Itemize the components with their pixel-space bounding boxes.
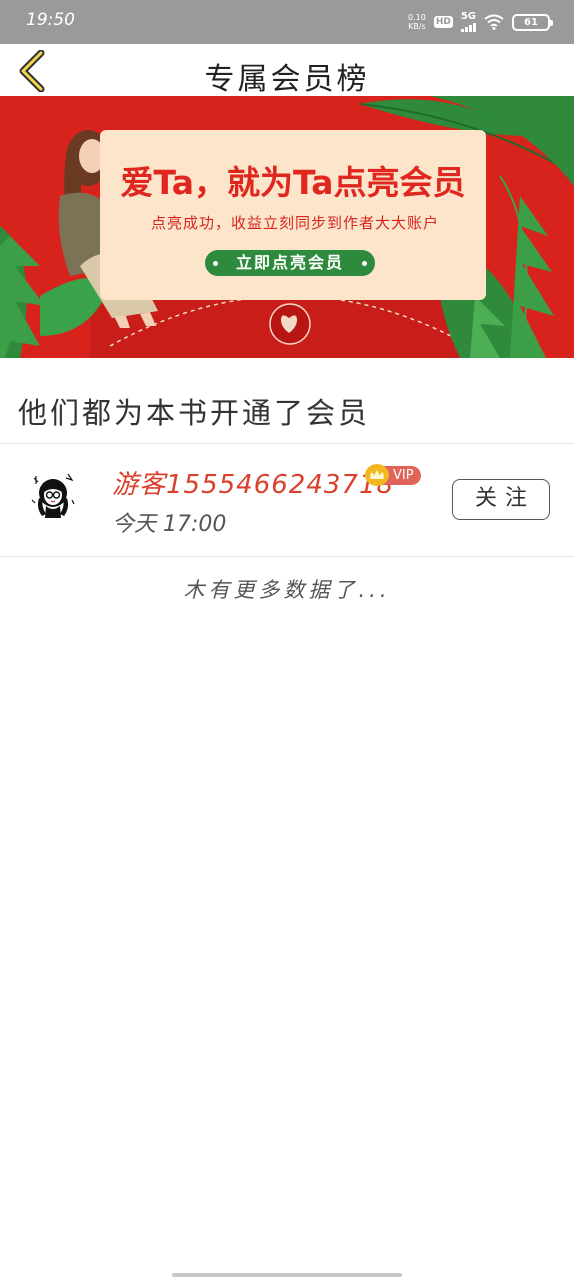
- crown-icon: [365, 464, 389, 486]
- member-name: 游客1555466243718: [112, 470, 395, 500]
- nav-bar: 专属会员榜: [0, 44, 574, 97]
- hd-icon: HD: [433, 16, 453, 28]
- vip-badge: VIP: [365, 464, 421, 486]
- status-icons: 0.10 KB/s HD 5G 61: [408, 10, 553, 34]
- cellular-signal-icon: 5G: [460, 11, 476, 32]
- banner-cta-button[interactable]: 立即点亮会员: [205, 250, 375, 276]
- wifi-icon: [484, 14, 504, 30]
- home-indicator[interactable]: [172, 1273, 402, 1277]
- banner-subtitle: 点亮成功，收益立刻同步到作者大大账户: [150, 214, 439, 232]
- no-more-data-text: 木有更多数据了...: [183, 578, 391, 602]
- status-time: 19:50: [26, 10, 75, 30]
- list-item[interactable]: 游客1555466243718 VIP 今天 17:00 关注: [0, 444, 574, 556]
- status-bar: 19:50 0.10 KB/s HD 5G 61: [0, 0, 574, 44]
- avatar[interactable]: [28, 470, 78, 520]
- battery-level: 61: [524, 16, 538, 28]
- network-speed: 0.10 KB/s: [408, 13, 426, 31]
- promo-banner[interactable]: 爱Ta，就为Ta点亮会员 点亮成功，收益立刻同步到作者大大账户 立即点亮会员: [0, 96, 574, 358]
- network-speed-unit: KB/s: [408, 22, 426, 31]
- divider: [0, 556, 574, 557]
- member-time: 今天 17:00: [112, 512, 227, 537]
- follow-button[interactable]: 关注: [452, 479, 550, 520]
- banner-headline: 爱Ta，就为Ta点亮会员: [120, 163, 466, 202]
- battery-icon: 61: [512, 13, 553, 31]
- network-type: 5G: [460, 11, 476, 22]
- section-title: 他们都为本书开通了会员: [18, 396, 371, 430]
- page-title: 专属会员榜: [204, 62, 370, 97]
- network-speed-value: 0.10: [408, 13, 426, 22]
